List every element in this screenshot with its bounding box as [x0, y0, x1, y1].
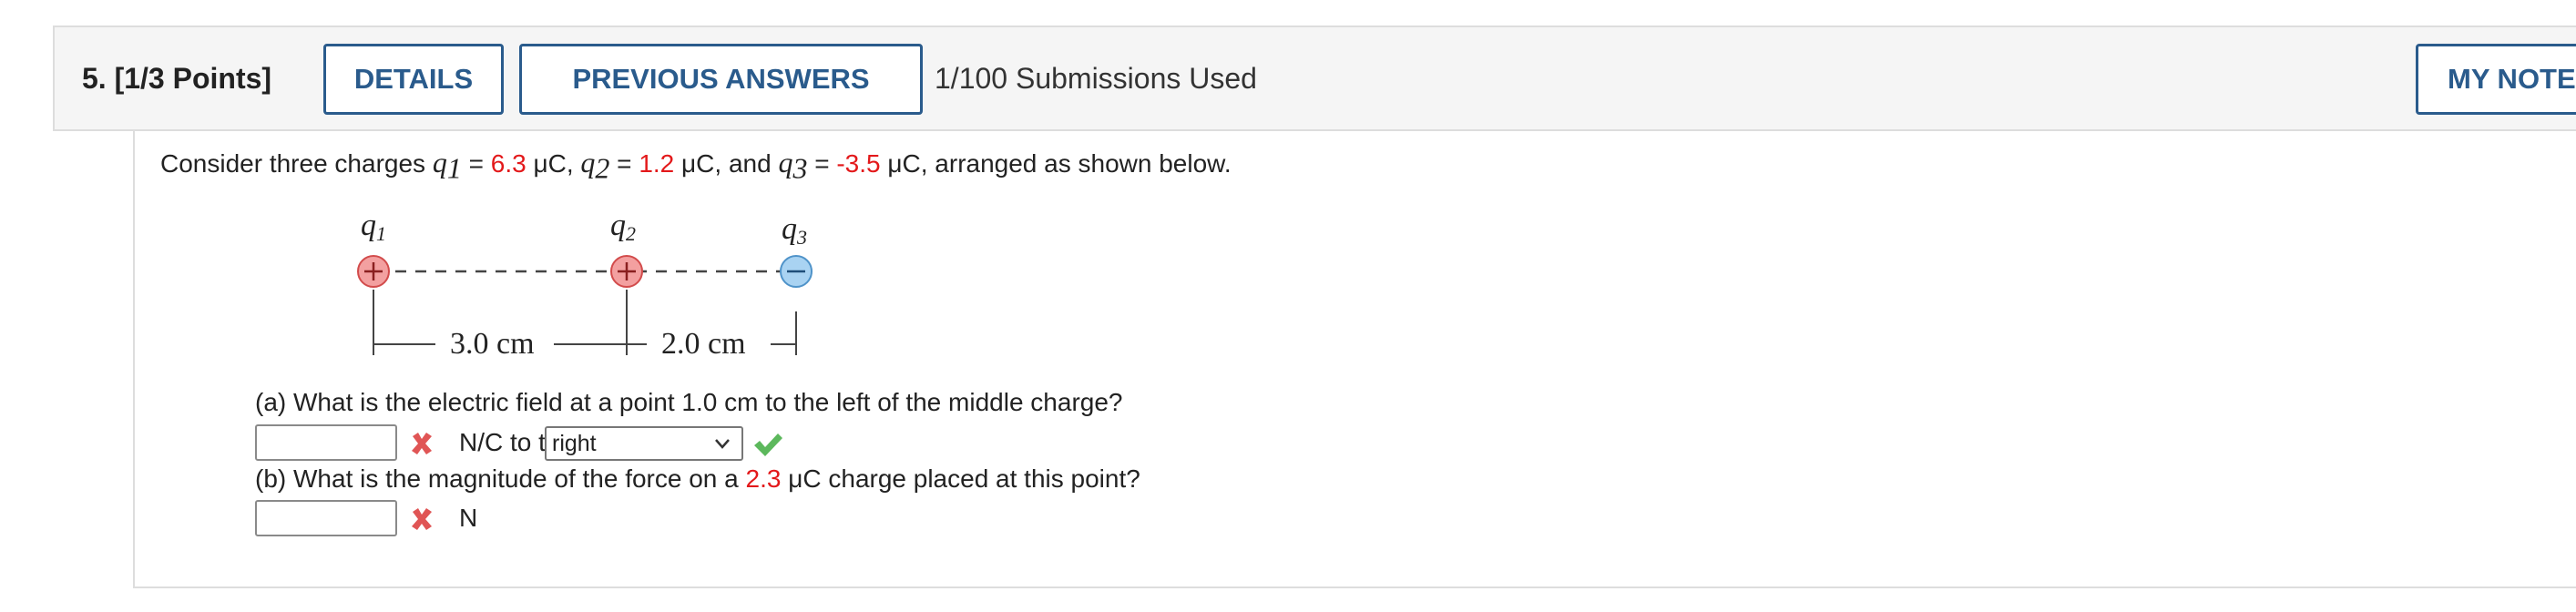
q2-figure-label: q2 — [610, 209, 636, 245]
q3-figure-label: q3 — [782, 212, 807, 249]
details-button[interactable]: DETAILS — [323, 44, 504, 115]
question-number: 5. [1/3 Points] — [82, 62, 271, 96]
distance-label-2: 2.0 cm — [661, 327, 746, 361]
q3-variable: q — [778, 146, 793, 178]
question-header: 5. [1/3 Points] DETAILS PREVIOUS ANSWERS… — [53, 26, 2576, 131]
q2-value: 1.2 — [639, 149, 675, 178]
charge-diagram: q1 q2 q3 3.0 cm 2.0 cm — [357, 209, 813, 361]
q1-value: 6.3 — [490, 149, 526, 178]
part-a-answer-input[interactable] — [255, 424, 397, 461]
q2-positive-charge — [610, 255, 643, 288]
submissions-used: 1/100 Submissions Used — [935, 62, 1257, 95]
q1-subscript: 1 — [446, 151, 462, 185]
direction-select[interactable]: right — [545, 426, 743, 461]
chevron-down-icon — [715, 439, 730, 449]
part-b-text: μC charge placed at this point? — [781, 464, 1140, 493]
prompt-unit: μC, — [526, 149, 581, 178]
q1-figure-label: q1 — [361, 209, 386, 245]
equals-sign: = — [807, 149, 837, 178]
part-b-unit-label: N — [459, 504, 478, 532]
direction-select-value: right — [552, 430, 597, 456]
equals-sign: = — [609, 149, 639, 178]
incorrect-icon — [412, 433, 432, 454]
my-notes-button[interactable]: MY NOTES — [2416, 44, 2576, 115]
part-a-question: (a) What is the electric field at a poin… — [255, 388, 1123, 416]
part-b-text: (b) What is the magnitude of the force o… — [255, 464, 746, 493]
prompt-unit: μC, arranged as shown below. — [880, 149, 1232, 178]
equals-sign: = — [461, 149, 491, 178]
q2-subscript: 2 — [595, 151, 610, 185]
previous-answers-button[interactable]: PREVIOUS ANSWERS — [519, 44, 923, 115]
q2-variable: q — [580, 146, 596, 178]
q3-value: -3.5 — [836, 149, 881, 178]
question-prompt: Consider three charges q1 = 6.3 μC, q2 =… — [160, 146, 1232, 186]
question-number-label: 5. — [82, 62, 107, 95]
prompt-unit: μC, and — [674, 149, 779, 178]
part-b-question: (b) What is the magnitude of the force o… — [255, 464, 1140, 494]
q3-subscript: 3 — [792, 151, 808, 185]
correct-checkmark-icon — [754, 434, 782, 456]
incorrect-icon — [412, 508, 432, 530]
part-b-answer-input[interactable] — [255, 500, 397, 536]
q3-negative-charge — [780, 255, 813, 288]
part-b-charge-value: 2.3 — [745, 464, 782, 493]
question-points: [1/3 Points] — [114, 62, 272, 95]
prompt-text: Consider three charges — [160, 149, 433, 178]
distance-label-1: 3.0 cm — [450, 327, 535, 361]
q1-variable: q — [432, 146, 447, 178]
q1-positive-charge — [357, 255, 390, 288]
